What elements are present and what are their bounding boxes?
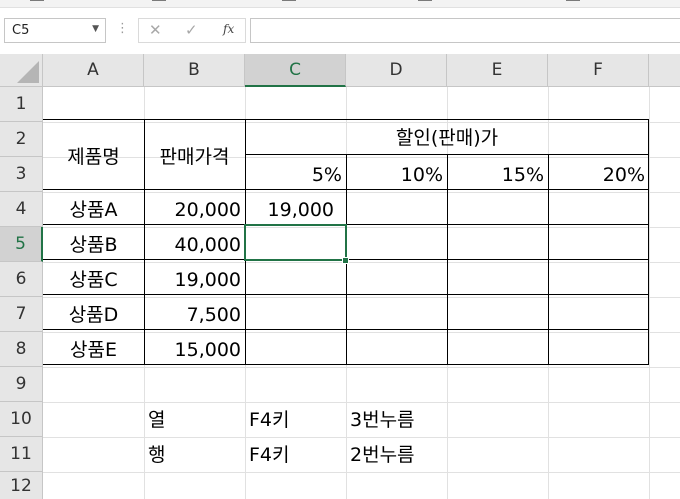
formula-buttons: ✕ ✓ fx [138, 18, 246, 43]
row-header-12[interactable]: 12 [0, 472, 43, 499]
table-border [43, 119, 649, 120]
cell-c2-discount-price-header[interactable]: 할인(판매)가 [245, 122, 649, 154]
row-header-7[interactable]: 7 [0, 297, 43, 332]
cell-b10[interactable]: 열 [144, 402, 245, 437]
row-header-9[interactable]: 9 [0, 367, 43, 402]
select-all-icon [17, 61, 39, 83]
chevron-down-icon[interactable]: ▼ [92, 24, 99, 34]
row-header-3[interactable]: 3 [0, 157, 43, 192]
cell-b6[interactable]: 19,000 [144, 262, 245, 297]
cell-c11[interactable]: F4키 [245, 437, 346, 472]
cell-b7[interactable]: 7,500 [144, 297, 245, 332]
cell-d11[interactable]: 2번누름 [346, 437, 447, 472]
active-cell-c5[interactable] [244, 224, 347, 261]
name-box-value: C5 [12, 23, 30, 38]
cell-b11[interactable]: 행 [144, 437, 245, 472]
cell-a6[interactable]: 상품C [43, 262, 144, 297]
cell-a5[interactable]: 상품B [43, 227, 144, 262]
name-box[interactable]: C5 ▼ [4, 18, 106, 43]
cell-b4[interactable]: 20,000 [144, 192, 245, 227]
formula-bar: C5 ▼ ⋮ ✕ ✓ fx [0, 8, 680, 54]
cell-c4[interactable]: 19,000 [245, 192, 346, 227]
column-header-f[interactable]: F [548, 54, 649, 87]
column-header-a[interactable]: A [43, 54, 144, 87]
row-header-10[interactable]: 10 [0, 402, 43, 437]
insert-function-icon[interactable]: fx [223, 22, 234, 36]
cell-c10[interactable]: F4키 [245, 402, 346, 437]
row-header-2[interactable]: 2 [0, 122, 43, 157]
cell-d3-rate[interactable]: 10% [346, 157, 447, 192]
cell-b5[interactable]: 40,000 [144, 227, 245, 262]
worksheet-grid[interactable]: A B C D E F 1 2 3 4 5 6 7 8 9 10 11 12 제… [0, 54, 680, 499]
row-header-11[interactable]: 11 [0, 437, 43, 472]
ribbon-icon-fragment [152, 0, 166, 1]
row-header-1[interactable]: 1 [0, 87, 43, 122]
cell-b8[interactable]: 15,000 [144, 332, 245, 367]
row-header-4[interactable]: 4 [0, 192, 43, 227]
table-border [648, 119, 649, 365]
row-header-5[interactable]: 5 [0, 227, 43, 262]
cell-f3-rate[interactable]: 20% [548, 157, 649, 192]
column-header-c[interactable]: C [245, 54, 346, 87]
ribbon-icon-fragment [282, 0, 296, 1]
more-options-icon[interactable]: ⋮ [116, 21, 129, 36]
cell-a2-product-name-header[interactable]: 제품명 [43, 122, 144, 192]
ribbon-icon-fragment [566, 0, 580, 1]
cell-a4[interactable]: 상품A [43, 192, 144, 227]
select-all-button[interactable] [0, 54, 43, 87]
cell-c3-rate[interactable]: 5% [245, 157, 346, 192]
row-header-6[interactable]: 6 [0, 262, 43, 297]
ribbon-icon-fragment [418, 0, 432, 1]
cell-a7[interactable]: 상품D [43, 297, 144, 332]
column-header-d[interactable]: D [346, 54, 447, 87]
row-header-8[interactable]: 8 [0, 332, 43, 367]
ribbon-icon-fragment [30, 0, 44, 1]
cell-d10[interactable]: 3번누름 [346, 402, 447, 437]
gridline [43, 472, 680, 473]
column-header-g[interactable] [649, 54, 680, 87]
fill-handle[interactable] [342, 257, 349, 264]
cancel-icon[interactable]: ✕ [149, 21, 162, 39]
cell-e3-rate[interactable]: 15% [447, 157, 548, 192]
formula-input[interactable] [250, 18, 680, 43]
ribbon-strip [0, 0, 680, 8]
column-header-b[interactable]: B [144, 54, 245, 87]
cell-b2-price-header[interactable]: 판매가격 [144, 122, 245, 192]
gridline [43, 367, 680, 368]
column-header-e[interactable]: E [447, 54, 548, 87]
enter-icon[interactable]: ✓ [185, 21, 198, 39]
cell-a8[interactable]: 상품E [43, 332, 144, 367]
